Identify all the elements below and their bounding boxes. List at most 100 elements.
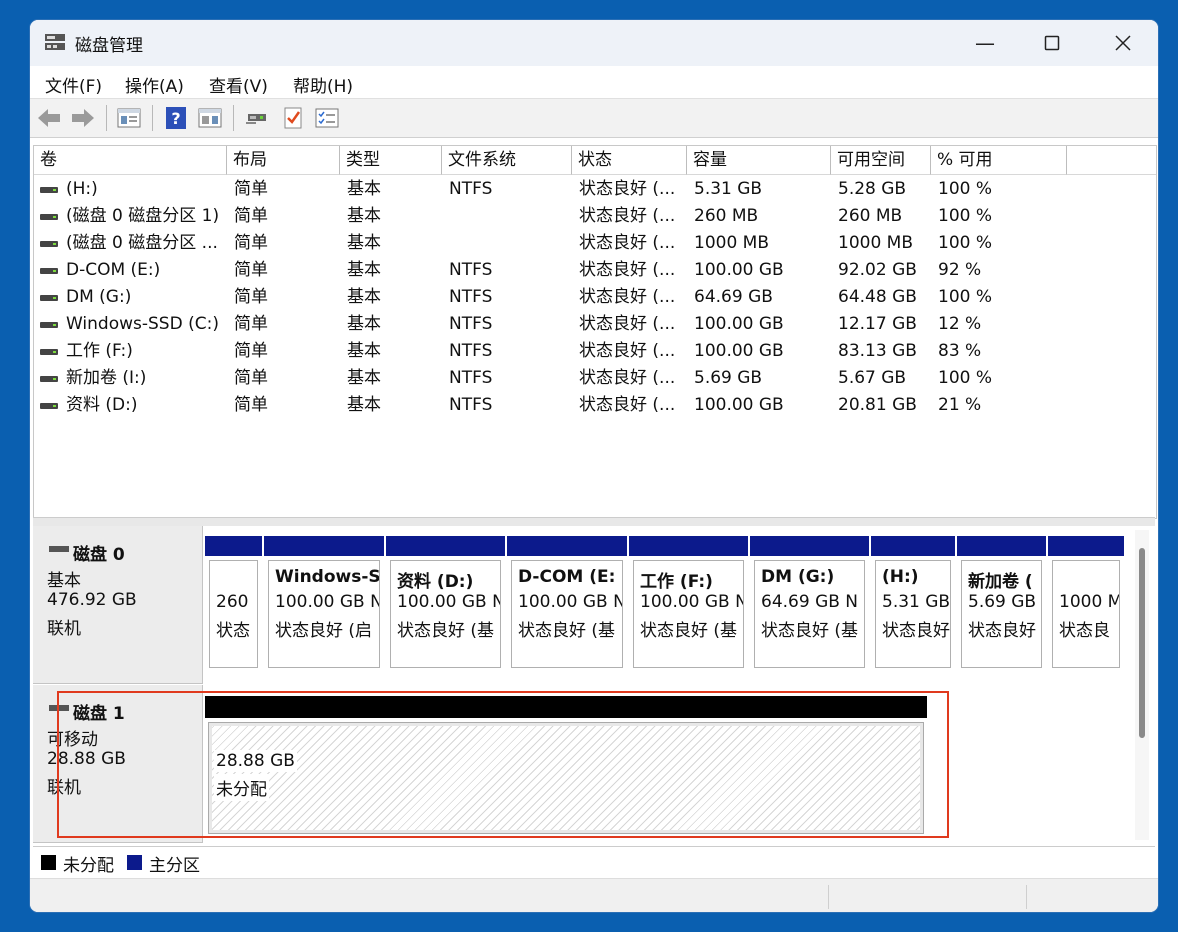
drive-icon bbox=[40, 349, 58, 355]
volume-status: 状态良好 (... bbox=[579, 314, 676, 334]
disk-0-partition[interactable]: (H:) 5.31 GB 状态良好 bbox=[871, 536, 955, 672]
menu-view[interactable]: 查看(V) bbox=[209, 72, 268, 97]
volume-name: Windows-SSD (C:) bbox=[66, 314, 219, 334]
disk-0-partition[interactable]: DM (G:) 64.69 GB N 状态良好 (基 bbox=[750, 536, 869, 672]
window-title: 磁盘管理 bbox=[75, 36, 143, 56]
volume-type: 基本 bbox=[347, 395, 381, 415]
volume-row[interactable]: (磁盘 0 磁盘分区 ... 简单 基本 状态良好 (... 1000 MB 1000 M… bbox=[34, 230, 1156, 257]
column-header-spacer bbox=[1067, 146, 1156, 175]
volume-row[interactable]: (H:) 简单 基本 NTFS 状态良好 (... 5.31 GB 5.28 GB 100 % bbox=[34, 176, 1156, 203]
partition-status: 状态 bbox=[216, 621, 250, 641]
column-header-type[interactable]: 类型 bbox=[340, 146, 442, 175]
maximize-button[interactable] bbox=[1017, 20, 1087, 66]
legend-label-unallocated: 未分配 bbox=[63, 856, 114, 876]
drive-icon bbox=[40, 376, 58, 382]
volume-row[interactable]: 新加卷 (I:) 简单 基本 NTFS 状态良好 (... 5.69 GB 5.67 GB 1… bbox=[34, 365, 1156, 392]
volume-filesystem: NTFS bbox=[449, 260, 493, 280]
volume-type: 基本 bbox=[347, 287, 381, 307]
minimize-icon: — bbox=[975, 31, 995, 55]
legend-swatch-unallocated bbox=[41, 855, 56, 870]
volume-type: 基本 bbox=[347, 179, 381, 199]
connect-icon[interactable] bbox=[244, 106, 270, 130]
disk-0-partition[interactable]: 工作 (F:) 100.00 GB N 状态良好 (基 bbox=[629, 536, 748, 672]
title-bar: 磁盘管理 — bbox=[30, 20, 1158, 66]
partition-status: 状态良 bbox=[1059, 621, 1110, 641]
volume-free: 5.67 GB bbox=[838, 368, 907, 388]
column-header-filesystem[interactable]: 文件系统 bbox=[442, 146, 572, 175]
disk-icon bbox=[49, 546, 69, 552]
disk-0-partition[interactable]: Windows-S 100.00 GB N 状态良好 (启 bbox=[264, 536, 384, 672]
volume-percent-free: 92 % bbox=[938, 260, 982, 280]
volume-status: 状态良好 (... bbox=[579, 206, 676, 226]
check-icon[interactable] bbox=[280, 106, 306, 130]
show-pane-icon[interactable] bbox=[197, 106, 223, 130]
column-header-status[interactable]: 状态 bbox=[572, 146, 687, 175]
volume-row[interactable]: DM (G:) 简单 基本 NTFS 状态良好 (... 64.69 GB 64.48 GB… bbox=[34, 284, 1156, 311]
volume-percent-free: 83 % bbox=[938, 341, 982, 361]
column-header-free[interactable]: 可用空间 bbox=[831, 146, 931, 175]
volume-filesystem: NTFS bbox=[449, 314, 493, 334]
menu-help[interactable]: 帮助(H) bbox=[293, 72, 353, 97]
console-tree-icon[interactable] bbox=[116, 106, 142, 130]
column-header-capacity[interactable]: 容量 bbox=[687, 146, 831, 175]
volume-filesystem: NTFS bbox=[449, 287, 493, 307]
help-icon[interactable]: ? bbox=[163, 106, 189, 130]
volume-type: 基本 bbox=[347, 314, 381, 334]
volume-free: 5.28 GB bbox=[838, 179, 907, 199]
menu-action[interactable]: 操作(A) bbox=[125, 72, 184, 97]
column-header-percent-free[interactable]: % 可用 bbox=[931, 146, 1067, 175]
legend: 未分配 主分区 bbox=[33, 846, 1155, 877]
volume-capacity: 5.31 GB bbox=[694, 179, 763, 199]
drive-icon bbox=[40, 268, 58, 274]
vertical-scrollbar[interactable] bbox=[1135, 530, 1149, 840]
volume-layout: 简单 bbox=[234, 341, 268, 361]
disk-0-partition[interactable]: 260 状态 bbox=[205, 536, 262, 672]
partition-size: 100.00 GB N bbox=[518, 592, 623, 612]
volume-name: DM (G:) bbox=[66, 287, 132, 307]
volume-row[interactable]: 资料 (D:) 简单 基本 NTFS 状态良好 (... 100.00 GB 20.81 G… bbox=[34, 392, 1156, 419]
minimize-button[interactable]: — bbox=[950, 20, 1020, 66]
forward-icon[interactable] bbox=[70, 106, 96, 130]
volume-status: 状态良好 (... bbox=[579, 233, 676, 253]
disk-0-label[interactable]: 磁盘 0 基本 476.92 GB 联机 bbox=[33, 526, 203, 684]
volume-free: 12.17 GB bbox=[838, 314, 917, 334]
partition-status: 状态良好 (基 bbox=[518, 621, 616, 641]
partition-size: 100.00 GB N bbox=[397, 592, 501, 612]
disk-0-partition[interactable]: D-COM (E: 100.00 GB N 状态良好 (基 bbox=[507, 536, 627, 672]
volume-percent-free: 100 % bbox=[938, 179, 993, 199]
volume-type: 基本 bbox=[347, 368, 381, 388]
volume-free: 1000 MB bbox=[838, 233, 913, 253]
volume-capacity: 100.00 GB bbox=[694, 395, 784, 415]
volume-type: 基本 bbox=[347, 341, 381, 361]
partition-body: 260 状态 bbox=[209, 560, 258, 668]
volume-row[interactable]: 工作 (F:) 简单 基本 NTFS 状态良好 (... 100.00 GB 83.13 G… bbox=[34, 338, 1156, 365]
volume-capacity: 100.00 GB bbox=[694, 314, 784, 334]
menu-file[interactable]: 文件(F) bbox=[45, 72, 102, 97]
volume-row[interactable]: D-COM (E:) 简单 基本 NTFS 状态良好 (... 100.00 GB 92.0… bbox=[34, 257, 1156, 284]
volume-name: (H:) bbox=[66, 179, 98, 199]
disk-0-partition[interactable]: 1000 M 状态良 bbox=[1048, 536, 1124, 672]
volume-status: 状态良好 (... bbox=[579, 287, 676, 307]
partition-status: 状态良好 bbox=[882, 621, 950, 641]
volume-free: 92.02 GB bbox=[838, 260, 917, 280]
partition-bar bbox=[205, 536, 262, 556]
column-header-layout[interactable]: 布局 bbox=[227, 146, 340, 175]
volume-percent-free: 12 % bbox=[938, 314, 982, 334]
disk-management-icon bbox=[45, 34, 65, 50]
back-icon[interactable] bbox=[36, 106, 62, 130]
volume-layout: 简单 bbox=[234, 260, 268, 280]
volume-layout: 简单 bbox=[234, 179, 268, 199]
disk-0-partition[interactable]: 资料 (D:) 100.00 GB N 状态良好 (基 bbox=[386, 536, 505, 672]
close-button[interactable] bbox=[1088, 20, 1158, 66]
status-bar bbox=[30, 878, 1158, 912]
partition-title: DM (G:) bbox=[761, 567, 835, 587]
volume-row[interactable]: Windows-SSD (C:) 简单 基本 NTFS 状态良好 (... 100.00 … bbox=[34, 311, 1156, 338]
volume-free: 20.81 GB bbox=[838, 395, 917, 415]
disk-0-partition[interactable]: 新加卷 (5.69 GB 状态良好 bbox=[957, 536, 1046, 672]
column-header-volume[interactable]: 卷 bbox=[34, 146, 227, 175]
properties-icon[interactable] bbox=[314, 106, 340, 130]
volume-status: 状态良好 (... bbox=[579, 179, 676, 199]
volume-row[interactable]: (磁盘 0 磁盘分区 1) 简单 基本 状态良好 (... 260 MB 260 MB 10… bbox=[34, 203, 1156, 230]
volume-status: 状态良好 (... bbox=[579, 368, 676, 388]
scrollbar-thumb[interactable] bbox=[1139, 548, 1145, 738]
